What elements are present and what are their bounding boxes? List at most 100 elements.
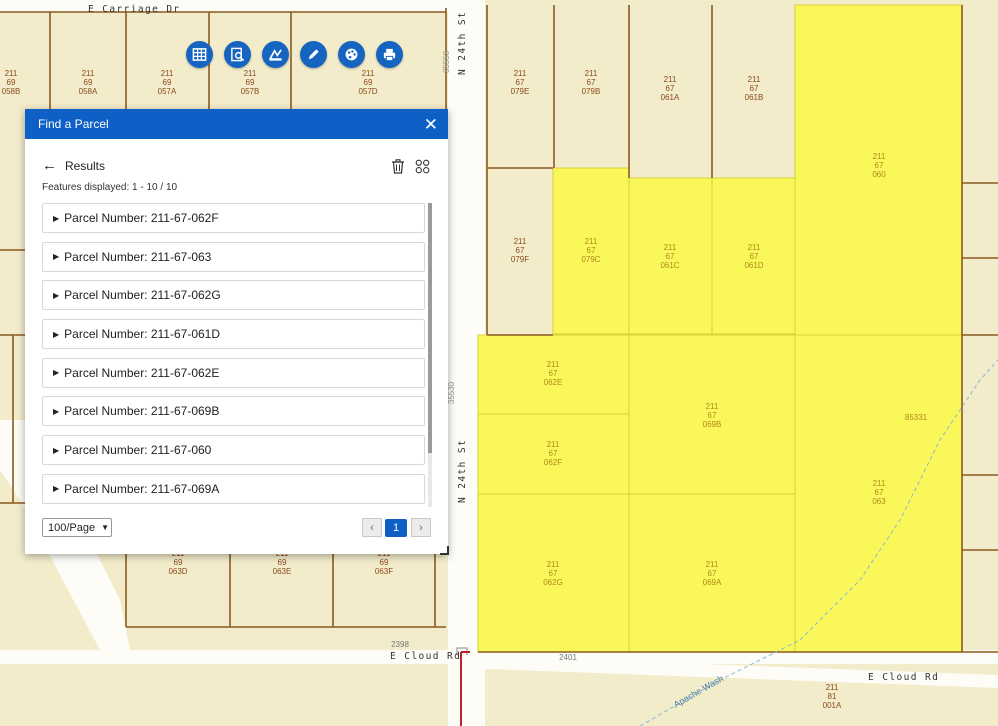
parcel-label-line: 062E — [544, 378, 563, 387]
table-icon — [192, 48, 207, 61]
results-list: ▶ Parcel Number: 211-67-062F ▶ Parcel Numbe… — [42, 203, 425, 507]
query-button[interactable] — [224, 41, 251, 68]
parcel-label-line: 211 — [748, 243, 761, 252]
parcel-label-line: 211 — [161, 69, 174, 78]
expand-triangle-icon[interactable]: ▶ — [53, 214, 59, 223]
parcel-label-line: 67 — [875, 488, 884, 497]
parcel-label-line: 69 — [84, 78, 93, 87]
find-parcel-panel: Find a Parcel ✕ ← Results Features displ… — [25, 109, 449, 555]
result-item-label: Parcel Number: 211-67-069A — [64, 481, 220, 496]
parcel-label-line: 079E — [511, 87, 530, 96]
parcel-label-line: 67 — [549, 449, 558, 458]
expand-triangle-icon[interactable]: ▶ — [53, 407, 59, 416]
result-item[interactable]: ▶ Parcel Number: 211-67-062G — [42, 280, 425, 311]
result-item[interactable]: ▶ Parcel Number: 211-67-063 — [42, 241, 425, 272]
parcel-label-line: 67 — [666, 252, 675, 261]
parcel-label-line: 211 — [514, 237, 527, 246]
parcel-label-line: 001A — [823, 701, 842, 710]
result-item[interactable]: ▶ Parcel Number: 211-67-062F — [42, 203, 425, 233]
expand-triangle-icon[interactable]: ▶ — [53, 291, 59, 300]
result-item-label: Parcel Number: 211-67-061D — [64, 327, 221, 342]
options-button[interactable] — [414, 158, 430, 174]
parcel-label-line: 211 — [748, 75, 761, 84]
parcel-label-line: 211 — [585, 69, 598, 78]
parcel-label-line: 079C — [581, 255, 600, 264]
parcel-label-line: 69 — [380, 558, 389, 567]
prev-page-button[interactable]: ‹ — [362, 518, 382, 537]
parcel-label-line: 211 — [244, 69, 257, 78]
parcel-label-line: 063E — [273, 567, 292, 576]
parcel-label-line: 67 — [708, 569, 717, 578]
parcel-label-line: 063D — [168, 567, 187, 576]
features-count: Features displayed: 1 - 10 / 10 — [42, 182, 178, 193]
result-item[interactable]: ▶ Parcel Number: 211-67-061D — [42, 319, 425, 350]
page-size-value: 100/Page — [48, 521, 96, 534]
palette-icon — [345, 48, 358, 61]
expand-triangle-icon[interactable]: ▶ — [53, 368, 59, 377]
parcel-label-line: 211 — [706, 402, 719, 411]
parcel-label-line: 061C — [660, 261, 679, 270]
basemap-button[interactable] — [338, 41, 365, 68]
parcel-label-line: 211 — [82, 69, 95, 78]
parcel-label-line: 67 — [587, 246, 596, 255]
result-item[interactable]: ▶ Parcel Number: 211-67-060 — [42, 435, 425, 466]
result-item[interactable]: ▶ Parcel Number: 211-67-062E — [42, 357, 425, 388]
address-label: 35530 — [447, 381, 456, 404]
parcel-label-line: 67 — [708, 411, 717, 420]
parcel-label-line: 057B — [241, 87, 260, 96]
result-item[interactable]: ▶ Parcel Number: 211-67-069A — [42, 473, 425, 504]
attribute-table-button[interactable] — [186, 41, 213, 68]
back-arrow-icon[interactable]: ← — [42, 157, 57, 174]
road-label-carriage: E Carriage Dr — [88, 4, 181, 15]
draw-button[interactable] — [300, 41, 327, 68]
print-button[interactable] — [376, 41, 403, 68]
next-page-button[interactable]: › — [411, 518, 431, 537]
parcel-label-line: 061B — [745, 93, 764, 102]
road-label-n24-lower: N 24th St — [457, 439, 468, 503]
current-page-button[interactable]: 1 — [385, 519, 407, 537]
parcel-label-line: 060 — [872, 170, 886, 179]
print-icon — [383, 48, 396, 62]
expand-triangle-icon[interactable]: ▶ — [53, 484, 59, 493]
parcel-label-line: 69 — [246, 78, 255, 87]
parcel-label-line: 211 — [664, 243, 677, 252]
resize-handle[interactable] — [440, 546, 449, 555]
road-label-cloud-west: E Cloud Rd — [390, 651, 461, 662]
parcel-label-line: 063F — [375, 567, 393, 576]
parcel-label-line: 211 — [585, 237, 598, 246]
parcel-label-line: 058A — [79, 87, 98, 96]
parcel-label-line: 211 — [873, 152, 886, 161]
parcel-label-line: 211 — [514, 69, 527, 78]
scrollbar-thumb[interactable] — [428, 203, 432, 453]
panel-header: Find a Parcel ✕ — [25, 109, 448, 139]
result-item-label: Parcel Number: 211-67-069B — [64, 404, 220, 419]
expand-triangle-icon[interactable]: ▶ — [53, 446, 59, 455]
scrollbar[interactable] — [428, 203, 432, 507]
close-icon[interactable]: ✕ — [424, 116, 438, 133]
page-size-select[interactable]: 100/Page ▼ — [42, 518, 112, 537]
expand-triangle-icon[interactable]: ▶ — [53, 330, 59, 339]
address-label: 2398 — [391, 640, 409, 649]
parcel-label-line: 079F — [511, 255, 529, 264]
parcel-label-line: 069A — [703, 578, 722, 587]
back-to-search[interactable]: ← Results — [42, 157, 105, 174]
result-item-label: Parcel Number: 211-67-062F — [64, 211, 219, 225]
parcel-label-line: 211 — [547, 560, 560, 569]
address-label: 35558 — [442, 50, 451, 73]
expand-triangle-icon[interactable]: ▶ — [53, 252, 59, 261]
parcel-label-line: 67 — [750, 84, 759, 93]
parcel-label-line: 69 — [174, 558, 183, 567]
parcel-label-line: 67 — [549, 569, 558, 578]
trash-icon — [392, 158, 404, 174]
parcel-label-line: 69 — [278, 558, 287, 567]
search-document-icon — [231, 47, 245, 62]
delete-results-button[interactable] — [390, 158, 406, 174]
measure-button[interactable] — [262, 41, 289, 68]
parcel-label-line: 211 — [547, 440, 560, 449]
parcel-label-line: 67 — [516, 78, 525, 87]
parcel-label-line: 211 — [5, 69, 18, 78]
parcel-label-line: 057A — [158, 87, 177, 96]
result-item[interactable]: ▶ Parcel Number: 211-67-069B — [42, 396, 425, 427]
parcel-label-line: 211 — [826, 683, 839, 692]
result-item-label: Parcel Number: 211-67-063 — [64, 249, 212, 264]
